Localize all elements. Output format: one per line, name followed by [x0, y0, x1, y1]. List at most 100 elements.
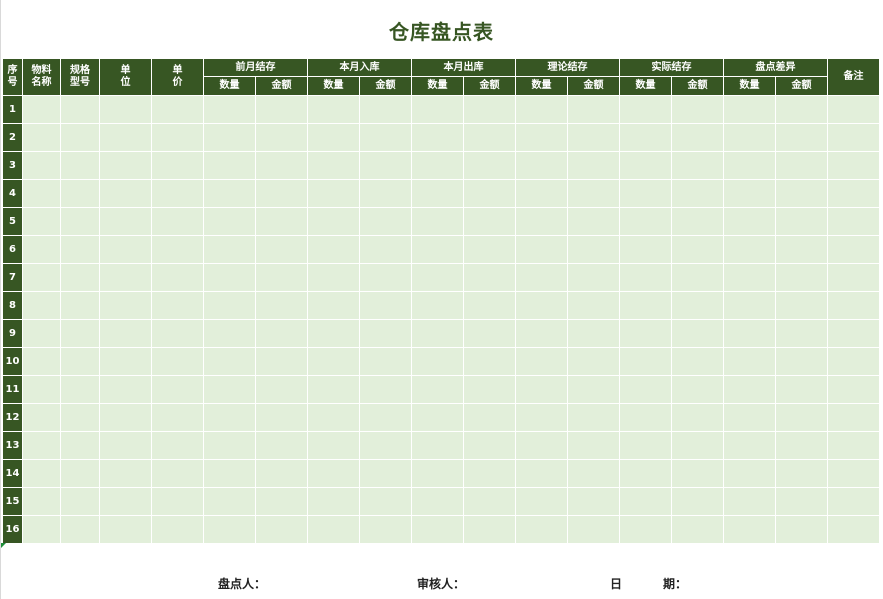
- table-cell[interactable]: [359, 487, 412, 516]
- table-cell[interactable]: [151, 291, 204, 320]
- table-cell[interactable]: [99, 235, 152, 264]
- table-cell[interactable]: [723, 123, 776, 152]
- table-cell[interactable]: [567, 263, 620, 292]
- table-cell[interactable]: [411, 515, 464, 544]
- table-cell[interactable]: [671, 235, 724, 264]
- table-cell[interactable]: [567, 235, 620, 264]
- table-cell[interactable]: [619, 487, 672, 516]
- table-cell[interactable]: [723, 291, 776, 320]
- table-cell[interactable]: [99, 487, 152, 516]
- table-cell[interactable]: [99, 403, 152, 432]
- table-cell[interactable]: [307, 123, 360, 152]
- table-cell[interactable]: [307, 263, 360, 292]
- table-cell[interactable]: [671, 319, 724, 348]
- table-cell[interactable]: [723, 515, 776, 544]
- table-cell[interactable]: [775, 319, 828, 348]
- table-cell[interactable]: [827, 319, 880, 348]
- table-cell[interactable]: [567, 403, 620, 432]
- table-cell[interactable]: [22, 403, 61, 432]
- table-cell[interactable]: [99, 431, 152, 460]
- table-cell[interactable]: [515, 431, 568, 460]
- table-cell[interactable]: [775, 347, 828, 376]
- table-cell[interactable]: [255, 263, 308, 292]
- table-cell[interactable]: [827, 207, 880, 236]
- table-cell[interactable]: [255, 151, 308, 180]
- table-cell[interactable]: [359, 375, 412, 404]
- table-cell[interactable]: [151, 515, 204, 544]
- table-cell[interactable]: [307, 375, 360, 404]
- table-cell[interactable]: [151, 263, 204, 292]
- table-cell[interactable]: [827, 403, 880, 432]
- table-cell[interactable]: [567, 515, 620, 544]
- table-cell[interactable]: [411, 487, 464, 516]
- table-cell[interactable]: [775, 431, 828, 460]
- table-cell[interactable]: [463, 123, 516, 152]
- table-cell[interactable]: [151, 151, 204, 180]
- table-cell[interactable]: [22, 151, 61, 180]
- table-cell[interactable]: [411, 235, 464, 264]
- table-cell[interactable]: [203, 515, 256, 544]
- table-cell[interactable]: [307, 347, 360, 376]
- table-cell[interactable]: [515, 403, 568, 432]
- table-cell[interactable]: [567, 431, 620, 460]
- table-cell[interactable]: [827, 123, 880, 152]
- table-cell[interactable]: [255, 123, 308, 152]
- table-cell[interactable]: [203, 375, 256, 404]
- table-cell[interactable]: [827, 487, 880, 516]
- table-cell[interactable]: [671, 459, 724, 488]
- table-cell[interactable]: [723, 235, 776, 264]
- table-cell[interactable]: [203, 179, 256, 208]
- table-cell[interactable]: [60, 263, 100, 292]
- table-cell[interactable]: [255, 319, 308, 348]
- table-cell[interactable]: [515, 123, 568, 152]
- table-cell[interactable]: [775, 515, 828, 544]
- table-cell[interactable]: [22, 263, 61, 292]
- table-cell[interactable]: [255, 403, 308, 432]
- table-cell[interactable]: [671, 95, 724, 124]
- table-cell[interactable]: [203, 151, 256, 180]
- table-cell[interactable]: [515, 291, 568, 320]
- table-cell[interactable]: [151, 403, 204, 432]
- table-cell[interactable]: [255, 235, 308, 264]
- table-cell[interactable]: [22, 123, 61, 152]
- table-cell[interactable]: [60, 235, 100, 264]
- table-cell[interactable]: [307, 235, 360, 264]
- table-cell[interactable]: [307, 487, 360, 516]
- table-cell[interactable]: [255, 375, 308, 404]
- table-cell[interactable]: [255, 459, 308, 488]
- table-cell[interactable]: [99, 207, 152, 236]
- table-cell[interactable]: [359, 235, 412, 264]
- table-cell[interactable]: [359, 431, 412, 460]
- table-cell[interactable]: [99, 375, 152, 404]
- table-cell[interactable]: [60, 151, 100, 180]
- table-cell[interactable]: [775, 263, 828, 292]
- table-cell[interactable]: [723, 95, 776, 124]
- table-cell[interactable]: [60, 431, 100, 460]
- table-cell[interactable]: [619, 179, 672, 208]
- table-cell[interactable]: [255, 207, 308, 236]
- table-cell[interactable]: [515, 235, 568, 264]
- table-cell[interactable]: [723, 319, 776, 348]
- table-cell[interactable]: [411, 151, 464, 180]
- table-cell[interactable]: [671, 487, 724, 516]
- table-cell[interactable]: [359, 95, 412, 124]
- table-cell[interactable]: [22, 179, 61, 208]
- table-cell[interactable]: [463, 291, 516, 320]
- table-cell[interactable]: [671, 151, 724, 180]
- table-cell[interactable]: [671, 263, 724, 292]
- table-cell[interactable]: [307, 95, 360, 124]
- table-cell[interactable]: [567, 95, 620, 124]
- table-cell[interactable]: [619, 207, 672, 236]
- table-cell[interactable]: [619, 291, 672, 320]
- table-cell[interactable]: [515, 347, 568, 376]
- table-cell[interactable]: [619, 95, 672, 124]
- table-cell[interactable]: [203, 403, 256, 432]
- table-cell[interactable]: [22, 459, 61, 488]
- table-cell[interactable]: [307, 179, 360, 208]
- table-cell[interactable]: [827, 235, 880, 264]
- table-cell[interactable]: [775, 179, 828, 208]
- table-cell[interactable]: [463, 235, 516, 264]
- table-cell[interactable]: [99, 291, 152, 320]
- table-cell[interactable]: [411, 95, 464, 124]
- table-cell[interactable]: [619, 431, 672, 460]
